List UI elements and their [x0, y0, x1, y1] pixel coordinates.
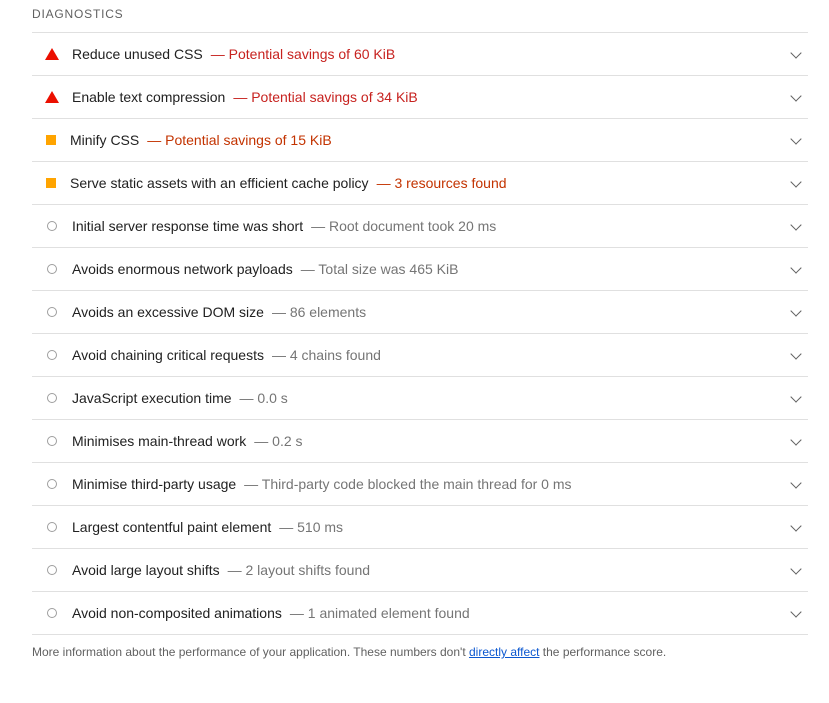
chevron-down-icon[interactable] — [790, 391, 802, 403]
pass-circle-icon — [47, 221, 57, 231]
audit-row[interactable]: Avoids an excessive DOM size — 86 element… — [32, 291, 808, 334]
audit-display-value: — Potential savings of 60 KiB — [210, 46, 396, 62]
audit-display-value: — 510 ms — [279, 519, 344, 535]
pass-circle-icon — [47, 608, 57, 618]
pass-circle-icon — [47, 264, 57, 274]
footer-note: More information about the performance o… — [32, 645, 666, 659]
audit-display-value: — Potential savings of 34 KiB — [233, 89, 418, 105]
audit-title: Minify CSS — [70, 132, 140, 148]
audit-row[interactable]: Avoid chaining critical requests — 4 chai… — [32, 334, 808, 377]
audit-title: Avoid chaining critical requests — [72, 347, 264, 363]
pass-circle-icon — [47, 393, 57, 403]
audit-icon-wrap — [32, 463, 72, 505]
pass-circle-icon — [47, 479, 57, 489]
chevron-down-icon[interactable] — [790, 477, 802, 489]
audit-icon-wrap — [32, 119, 70, 161]
chevron-down-icon[interactable] — [790, 520, 802, 532]
chevron-down-icon[interactable] — [790, 133, 802, 145]
average-square-icon — [46, 135, 56, 145]
audit-display-value: — 3 resources found — [376, 175, 507, 191]
audit-icon-wrap — [32, 377, 72, 419]
audit-icon-wrap — [32, 76, 72, 118]
audit-title: Avoids an excessive DOM size — [72, 304, 264, 320]
section-title: DIAGNOSTICS — [32, 7, 124, 21]
chevron-down-icon[interactable] — [790, 90, 802, 102]
audit-icon-wrap — [32, 33, 72, 75]
audit-row[interactable]: Minify CSS — Potential savings of 15 KiB — [32, 119, 808, 162]
audit-row[interactable]: Largest contentful paint element — 510 ms — [32, 506, 808, 549]
audit-display-value: — 4 chains found — [271, 347, 381, 363]
chevron-down-icon[interactable] — [790, 262, 802, 274]
pass-circle-icon — [47, 307, 57, 317]
audit-row[interactable]: JavaScript execution time — 0.0 s — [32, 377, 808, 420]
chevron-down-icon[interactable] — [790, 176, 802, 188]
audit-title: JavaScript execution time — [72, 390, 232, 406]
audit-display-value: — Root document took 20 ms — [311, 218, 497, 234]
audit-title: Largest contentful paint element — [72, 519, 272, 535]
audit-title: Avoid non-composited animations — [72, 605, 282, 621]
chevron-down-icon[interactable] — [790, 47, 802, 59]
audit-row[interactable]: Initial server response time was short — … — [32, 205, 808, 248]
audit-display-value: — 2 layout shifts found — [227, 562, 371, 578]
audit-row[interactable]: Serve static assets with an efficient ca… — [32, 162, 808, 205]
fail-triangle-icon — [45, 48, 59, 60]
chevron-down-icon[interactable] — [790, 305, 802, 317]
audit-icon-wrap — [32, 506, 72, 548]
average-square-icon — [46, 178, 56, 188]
chevron-down-icon[interactable] — [790, 348, 802, 360]
audit-row[interactable]: Enable text compression — Potential savin… — [32, 76, 808, 119]
audit-row[interactable]: Minimise third-party usage — Third-party … — [32, 463, 808, 506]
audit-title: Initial server response time was short — [72, 218, 304, 234]
audit-icon-wrap — [32, 205, 72, 247]
audit-title: Avoids enormous network payloads — [72, 261, 293, 277]
audit-row[interactable]: Reduce unused CSS — Potential savings of … — [32, 33, 808, 76]
audit-title: Reduce unused CSS — [72, 46, 203, 62]
audit-display-value: — 0.0 s — [239, 390, 288, 406]
audit-title: Serve static assets with an efficient ca… — [70, 175, 369, 191]
directly-affect-link[interactable]: directly affect — [469, 645, 539, 659]
audit-icon-wrap — [32, 291, 72, 333]
audit-list: Reduce unused CSS — Potential savings of … — [32, 32, 808, 635]
audit-title: Minimises main-thread work — [72, 433, 247, 449]
audit-icon-wrap — [32, 248, 72, 290]
chevron-down-icon[interactable] — [790, 563, 802, 575]
audit-row[interactable]: Avoid large layout shifts — 2 layout shif… — [32, 549, 808, 592]
pass-circle-icon — [47, 565, 57, 575]
audit-display-value: — 86 elements — [271, 304, 367, 320]
audit-icon-wrap — [32, 162, 70, 204]
audit-row[interactable]: Minimises main-thread work — 0.2 s — [32, 420, 808, 463]
audit-title: Avoid large layout shifts — [72, 562, 220, 578]
audit-row[interactable]: Avoids enormous network payloads — Total … — [32, 248, 808, 291]
audit-icon-wrap — [32, 420, 72, 462]
pass-circle-icon — [47, 436, 57, 446]
chevron-down-icon[interactable] — [790, 606, 802, 618]
audit-icon-wrap — [32, 592, 72, 634]
audit-display-value: — 0.2 s — [254, 433, 303, 449]
audit-display-value: — Total size was 465 KiB — [300, 261, 459, 277]
audit-icon-wrap — [32, 549, 72, 591]
footer-text-before: More information about the performance o… — [32, 645, 469, 659]
audit-row[interactable]: Avoid non-composited animations — 1 anima… — [32, 592, 808, 635]
audit-title: Minimise third-party usage — [72, 476, 237, 492]
audit-display-value: — Third-party code blocked the main thre… — [244, 476, 572, 492]
fail-triangle-icon — [45, 91, 59, 103]
audit-icon-wrap — [32, 334, 72, 376]
pass-circle-icon — [47, 350, 57, 360]
chevron-down-icon[interactable] — [790, 434, 802, 446]
audit-title: Enable text compression — [72, 89, 226, 105]
audit-display-value: — 1 animated element found — [289, 605, 470, 621]
chevron-down-icon[interactable] — [790, 219, 802, 231]
footer-text-after: the performance score. — [539, 645, 667, 659]
pass-circle-icon — [47, 522, 57, 532]
audit-display-value: — Potential savings of 15 KiB — [147, 132, 332, 148]
